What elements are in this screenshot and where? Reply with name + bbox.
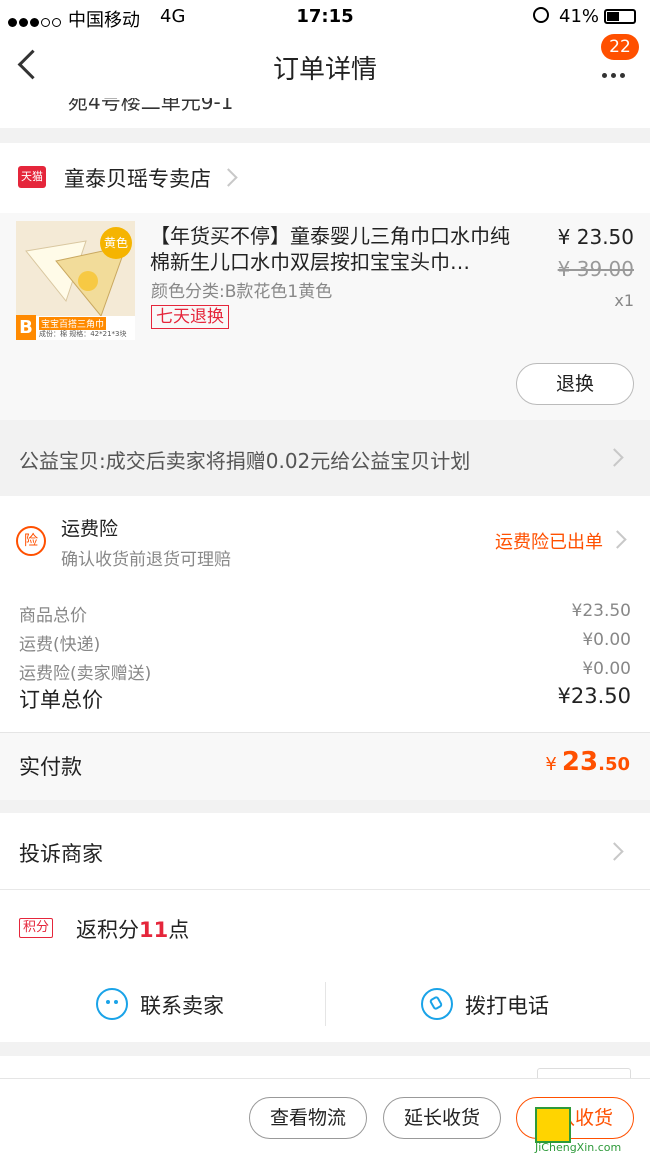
price-summary: 商品总价 ¥23.50 运费(快递) ¥0.00 运费险(卖家赠送) ¥0.00… — [0, 584, 650, 732]
battery-percent: 41% — [559, 6, 600, 27]
points-suffix: 点 — [168, 918, 190, 942]
points-prefix: 返积分 — [76, 918, 139, 942]
view-logistics-button[interactable]: 查看物流 — [249, 1097, 367, 1139]
paid-label: 实付款 — [19, 755, 82, 779]
points-icon: 积分 — [19, 918, 54, 938]
insurance-title: 运费险 — [61, 518, 119, 540]
summary-label: 运费(快递) — [19, 635, 101, 655]
contact-seller-button[interactable]: 联系卖家 — [140, 990, 224, 1020]
summary-value: ¥23.50 — [571, 601, 631, 621]
watermark-text: JiChengXin.com — [535, 1141, 622, 1154]
shipping-insurance-row[interactable]: 险 运费险 确认收货前退货可理赔 运费险已出单 — [0, 496, 650, 584]
store-name[interactable]: 童泰贝瑶专卖店 — [64, 163, 211, 193]
chat-icon[interactable] — [96, 988, 128, 1020]
product-image[interactable]: 黄色 B 宝宝百搭三角巾 成份：棉 规格：42*21*3块 — [16, 221, 135, 340]
insurance-subtitle: 确认收货前退货可理赔 — [61, 550, 231, 570]
product-quantity: x1 — [614, 291, 634, 310]
watermark-icon — [535, 1107, 571, 1143]
product-title[interactable]: 【年货买不停】童泰婴儿三角巾口水巾纯棉新生儿口水巾双层按扣宝宝头巾… — [150, 223, 510, 275]
order-total-value: ¥23.50 — [557, 684, 631, 708]
summary-value: ¥0.00 — [582, 630, 631, 650]
rotation-lock-icon — [533, 7, 549, 23]
summary-row: 运费险(卖家赠送) ¥0.00 — [19, 659, 631, 684]
chevron-right-icon — [219, 168, 238, 187]
order-total-label: 订单总价 — [19, 688, 103, 712]
summary-row: 商品总价 ¥23.50 — [19, 601, 631, 626]
paid-currency: ¥ — [545, 754, 557, 775]
paid-row: 实付款 ¥ 23.50 — [0, 732, 650, 800]
paid-integer: 23 — [561, 747, 599, 777]
summary-label: 商品总价 — [19, 606, 87, 626]
page-title: 订单详情 — [272, 55, 377, 85]
address-card: 宛4号楼二单元9-1 — [0, 90, 650, 128]
image-spec: 成份：棉 规格：42*21*3块 — [39, 330, 127, 338]
charity-row[interactable]: 公益宝贝:成交后卖家将捐赠0.02元给公益宝贝计划 — [0, 420, 650, 496]
paid-amount: ¥ 23.50 — [480, 747, 630, 777]
insurance-status[interactable]: 运费险已出单 — [495, 528, 603, 554]
product-attributes: 颜色分类:B款花色1黄色 — [151, 282, 333, 302]
watermark-logo: JiChengXin.com — [535, 1107, 647, 1154]
order-total-row: 订单总价 ¥23.50 — [19, 684, 631, 714]
status-bar: 中国移动 4G 17:15 41% — [0, 0, 650, 34]
extend-receipt-button[interactable]: 延长收货 — [383, 1097, 501, 1139]
battery-icon — [604, 9, 636, 24]
chevron-right-icon — [605, 842, 624, 861]
charity-text: 公益宝贝:成交后卖家将捐赠0.02元给公益宝贝计划 — [19, 449, 471, 473]
contact-bar: 联系卖家 拨打电话 — [0, 966, 650, 1042]
nav-bar: 订单详情 22 — [0, 34, 650, 98]
summary-value: ¥0.00 — [582, 659, 631, 679]
tmall-icon: 天猫 — [18, 166, 46, 188]
chevron-right-icon — [605, 448, 624, 467]
points-row: 积分 返积分11点 — [0, 890, 650, 967]
call-button[interactable]: 拨打电话 — [465, 990, 549, 1020]
summary-row: 运费(快递) ¥0.00 — [19, 630, 631, 655]
product-item[interactable]: 黄色 B 宝宝百搭三角巾 成份：棉 规格：42*21*3块 【年货买不停】童泰婴… — [0, 213, 650, 420]
complain-label: 投诉商家 — [19, 842, 103, 866]
product-original-price: ¥ 39.00 — [557, 257, 634, 281]
return-policy-tag: 七天退换 — [151, 305, 229, 329]
divider — [325, 982, 326, 1026]
clock: 17:15 — [296, 6, 354, 27]
chevron-right-icon — [608, 530, 627, 549]
insurance-icon: 险 — [16, 526, 46, 556]
color-tag: 黄色 — [100, 227, 132, 259]
points-number: 11 — [139, 918, 169, 942]
product-price: ¥ 23.50 — [557, 225, 634, 249]
message-badge: 22 — [601, 34, 639, 60]
points-text: 返积分11点 — [76, 914, 189, 944]
summary-label: 运费险(卖家赠送) — [19, 664, 152, 684]
store-header[interactable]: 天猫 童泰贝瑶专卖店 — [0, 143, 650, 213]
variant-letter: B — [16, 315, 36, 340]
paid-decimal: .50 — [598, 754, 630, 775]
refund-button[interactable]: 退换 — [516, 363, 634, 405]
phone-icon[interactable] — [421, 988, 453, 1020]
more-icon[interactable] — [602, 63, 629, 82]
complain-row[interactable]: 投诉商家 — [0, 813, 650, 890]
